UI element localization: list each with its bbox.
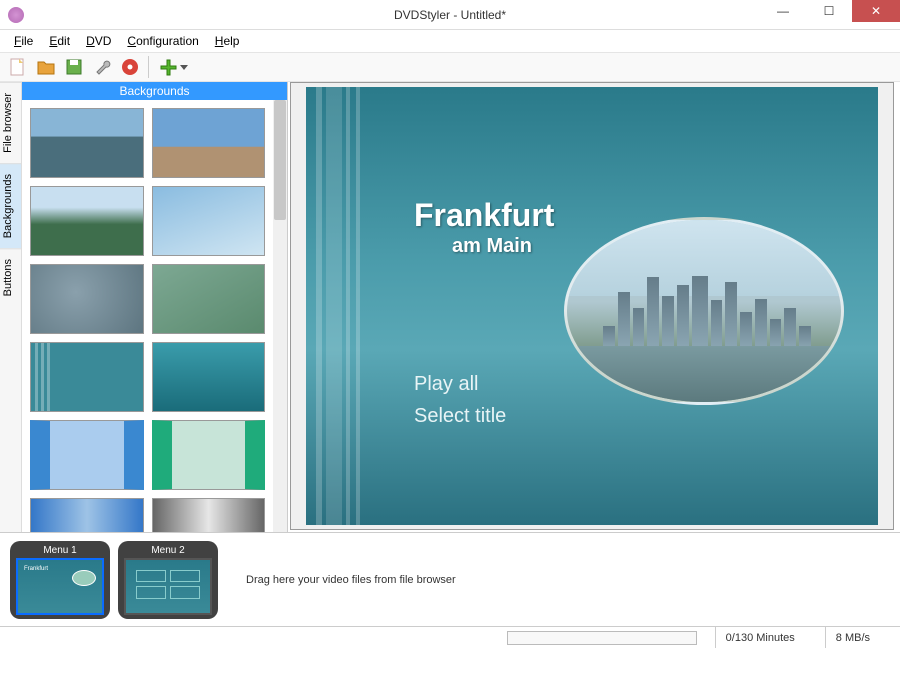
menu-title-text[interactable]: Frankfurt [414,197,554,234]
background-thumb[interactable] [152,342,266,412]
scroll-thumb[interactable] [274,100,286,220]
background-thumb[interactable] [30,108,144,178]
background-thumb[interactable] [30,186,144,256]
new-button[interactable] [6,55,30,79]
background-thumb[interactable] [152,420,266,490]
window-title: DVDStyler - Untitled* [394,8,506,22]
app-icon [8,7,24,23]
backgrounds-panel: Backgrounds [22,82,288,532]
panel-header: Backgrounds [22,82,287,100]
open-button[interactable] [34,55,58,79]
menu-edit[interactable]: Edit [43,32,76,50]
settings-button[interactable] [90,55,114,79]
timeline[interactable]: Menu 1 Frankfurt Menu 2 Drag here your v… [0,532,900,626]
menu-subtitle-text[interactable]: am Main [452,235,532,258]
timeline-hint: Drag here your video files from file bro… [246,574,456,586]
side-tabs: File browser Backgrounds Buttons [0,82,22,532]
menu-file[interactable]: File [8,32,39,50]
menu-image-frame[interactable] [564,217,844,405]
tab-buttons[interactable]: Buttons [0,248,21,306]
menu-thumb-2[interactable]: Menu 2 [118,541,218,619]
save-button[interactable] [62,55,86,79]
minimize-button[interactable]: — [760,0,806,22]
add-button[interactable] [155,55,191,79]
toolbar-separator [148,56,149,78]
panel-scrollbar[interactable] [273,100,287,532]
progress-bar [507,631,697,645]
wrench-icon [92,57,112,77]
decor-stripes [306,87,366,525]
dropdown-arrow-icon [180,63,188,71]
burn-button[interactable] [118,55,142,79]
background-thumb[interactable] [30,342,144,412]
background-thumb[interactable] [30,498,144,532]
backgrounds-grid [22,100,273,532]
workspace: File browser Backgrounds Buttons Backgro… [0,82,900,532]
menu-thumb-label: Menu 1 [16,545,104,556]
status-minutes: 0/130 Minutes [715,627,825,648]
canvas-area: Frankfurt am Main Play all Select title [290,82,894,530]
tab-backgrounds[interactable]: Backgrounds [0,163,21,248]
menu-bar: File Edit DVD Configuration Help [0,30,900,52]
menu-thumb-1[interactable]: Menu 1 Frankfurt [10,541,110,619]
tab-file-browser[interactable]: File browser [0,82,21,163]
folder-open-icon [36,57,56,77]
toolbar [0,52,900,82]
background-thumb[interactable] [152,264,266,334]
new-icon [8,57,28,77]
status-bar: 0/130 Minutes 8 MB/s [0,626,900,648]
play-all-button[interactable]: Play all [414,373,478,396]
window-controls: — ☐ ✕ [760,0,900,29]
background-thumb[interactable] [30,264,144,334]
menu-help[interactable]: Help [209,32,246,50]
menu-configuration[interactable]: Configuration [121,32,204,50]
background-thumb[interactable] [152,498,266,532]
select-title-button[interactable]: Select title [414,405,506,428]
background-thumb[interactable] [152,108,266,178]
title-bar: DVDStyler - Untitled* — ☐ ✕ [0,0,900,30]
status-bitrate: 8 MB/s [825,627,900,648]
plus-icon [158,57,178,77]
save-icon [64,57,84,77]
background-thumb[interactable] [152,186,266,256]
background-thumb[interactable] [30,420,144,490]
dvd-menu-preview[interactable]: Frankfurt am Main Play all Select title [306,87,878,525]
menu-dvd[interactable]: DVD [80,32,117,50]
burn-disc-icon [120,57,140,77]
maximize-button[interactable]: ☐ [806,0,852,22]
close-button[interactable]: ✕ [852,0,900,22]
menu-thumb-label: Menu 2 [124,545,212,556]
